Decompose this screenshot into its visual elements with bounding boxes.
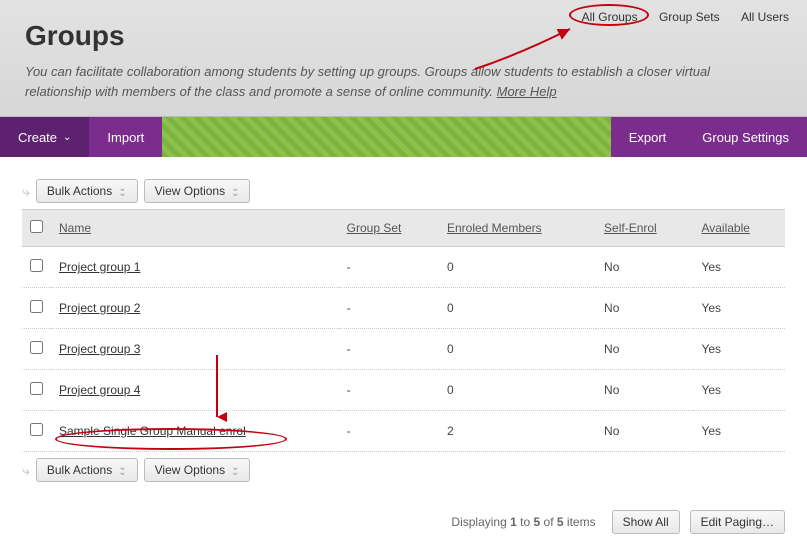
desc-text: You can facilitate collaboration among s… [25, 64, 710, 99]
double-chevron-icon: ⌄⌄ [231, 186, 239, 196]
nav-all-groups[interactable]: All Groups [582, 10, 638, 24]
row-checkbox[interactable] [30, 259, 43, 272]
table-row: Sample Single Group Manual enrol -2NoYes [22, 411, 785, 452]
view-options-label: View Options [155, 463, 225, 477]
table-row: Project group 2 -0NoYes [22, 288, 785, 329]
row-checkbox-cell [22, 329, 51, 370]
action-bar-spacer [162, 117, 610, 157]
group-name-link[interactable]: Project group 4 [59, 383, 140, 397]
row-self-enrol: No [596, 247, 693, 288]
row-group-set: - [339, 411, 439, 452]
row-checkbox[interactable] [30, 382, 43, 395]
row-self-enrol: No [596, 370, 693, 411]
page-header: All Groups Group Sets All Users Groups Y… [0, 0, 807, 117]
bulk-actions-label: Bulk Actions [47, 463, 112, 477]
bulk-actions-button[interactable]: Bulk Actions ⌄⌄ [36, 458, 138, 482]
row-checkbox-cell [22, 247, 51, 288]
disp-total: 5 [557, 515, 564, 529]
double-chevron-icon: ⌄⌄ [118, 186, 126, 196]
row-self-enrol: No [596, 329, 693, 370]
view-options-button[interactable]: View Options ⌄⌄ [144, 458, 251, 482]
row-checkbox-cell [22, 288, 51, 329]
row-enrolled: 0 [439, 370, 596, 411]
row-available: Yes [693, 370, 785, 411]
row-checkbox[interactable] [30, 423, 43, 436]
row-checkbox-cell [22, 370, 51, 411]
group-name-link[interactable]: Sample Single Group Manual enrol [59, 424, 246, 438]
table-row: Project group 1 -0NoYes [22, 247, 785, 288]
view-options-button[interactable]: View Options ⌄⌄ [144, 179, 251, 203]
row-enrolled: 2 [439, 411, 596, 452]
arrow-right-icon: ⤷ [22, 183, 30, 200]
chevron-down-icon: ⌄ [63, 132, 71, 143]
row-name-cell: Project group 1 [51, 247, 339, 288]
row-group-set: - [339, 247, 439, 288]
header-group-set[interactable]: Group Set [339, 210, 439, 247]
group-name-link[interactable]: Project group 2 [59, 301, 140, 315]
create-label: Create [18, 130, 57, 145]
export-button[interactable]: Export [611, 117, 685, 157]
paging-display: Displaying 1 to 5 of 5 items [451, 515, 595, 529]
group-name-link[interactable]: Project group 3 [59, 342, 140, 356]
content-area: ⤷ Bulk Actions ⌄⌄ View Options ⌄⌄ Name G… [0, 157, 807, 498]
disp-suffix: items [564, 515, 596, 529]
row-checkbox[interactable] [30, 341, 43, 354]
row-name-cell: Project group 4 [51, 370, 339, 411]
header-checkbox-cell [22, 210, 51, 247]
group-settings-button[interactable]: Group Settings [684, 117, 807, 157]
row-checkbox-cell [22, 411, 51, 452]
show-all-button[interactable]: Show All [612, 510, 680, 534]
header-name[interactable]: Name [51, 210, 339, 247]
view-options-label: View Options [155, 184, 225, 198]
table-row: Project group 4 -0NoYes [22, 370, 785, 411]
row-checkbox[interactable] [30, 300, 43, 313]
page-description: You can facilitate collaboration among s… [25, 62, 765, 101]
footer-row: Displaying 1 to 5 of 5 items Show All Ed… [0, 498, 807, 554]
table-body: Project group 1-0NoYesProject group 2-0N… [22, 247, 785, 452]
select-all-checkbox[interactable] [30, 220, 43, 233]
header-enrolled[interactable]: Enroled Members [439, 210, 596, 247]
table-header-row: Name Group Set Enroled Members Self-Enro… [22, 210, 785, 247]
action-bar: Create ⌄ Import Export Group Settings [0, 117, 807, 157]
row-self-enrol: No [596, 288, 693, 329]
row-available: Yes [693, 411, 785, 452]
nav-group-sets[interactable]: Group Sets [659, 10, 720, 24]
disp-from: 1 [510, 515, 517, 529]
toolbar-bottom: ⤷ Bulk Actions ⌄⌄ View Options ⌄⌄ [22, 458, 785, 482]
group-name-link[interactable]: Project group 1 [59, 260, 140, 274]
page-title: Groups [25, 20, 782, 52]
create-button[interactable]: Create ⌄ [0, 117, 89, 157]
nav-all-users[interactable]: All Users [741, 10, 789, 24]
row-group-set: - [339, 370, 439, 411]
toolbar-top: ⤷ Bulk Actions ⌄⌄ View Options ⌄⌄ [22, 179, 785, 203]
row-available: Yes [693, 288, 785, 329]
disp-of-text: of [540, 515, 557, 529]
row-group-set: - [339, 288, 439, 329]
groups-table: Name Group Set Enroled Members Self-Enro… [22, 209, 785, 452]
more-help-link[interactable]: More Help [497, 84, 557, 99]
bulk-actions-button[interactable]: Bulk Actions ⌄⌄ [36, 179, 138, 203]
row-group-set: - [339, 329, 439, 370]
double-chevron-icon: ⌄⌄ [118, 465, 126, 475]
table-row: Project group 3 -0NoYes [22, 329, 785, 370]
double-chevron-icon: ⌄⌄ [231, 465, 239, 475]
row-name-cell: Project group 2 [51, 288, 339, 329]
edit-paging-button[interactable]: Edit Paging… [690, 510, 785, 534]
row-available: Yes [693, 329, 785, 370]
row-enrolled: 0 [439, 288, 596, 329]
disp-prefix: Displaying [451, 515, 510, 529]
arrow-right-icon: ⤷ [22, 462, 30, 479]
row-enrolled: 0 [439, 329, 596, 370]
header-self-enrol[interactable]: Self-Enrol [596, 210, 693, 247]
row-name-cell: Sample Single Group Manual enrol [51, 411, 339, 452]
top-nav: All Groups Group Sets All Users [582, 10, 789, 24]
row-name-cell: Project group 3 [51, 329, 339, 370]
header-available[interactable]: Available [693, 210, 785, 247]
disp-to-text: to [517, 515, 534, 529]
row-available: Yes [693, 247, 785, 288]
row-enrolled: 0 [439, 247, 596, 288]
row-self-enrol: No [596, 411, 693, 452]
import-button[interactable]: Import [89, 117, 162, 157]
bulk-actions-label: Bulk Actions [47, 184, 112, 198]
